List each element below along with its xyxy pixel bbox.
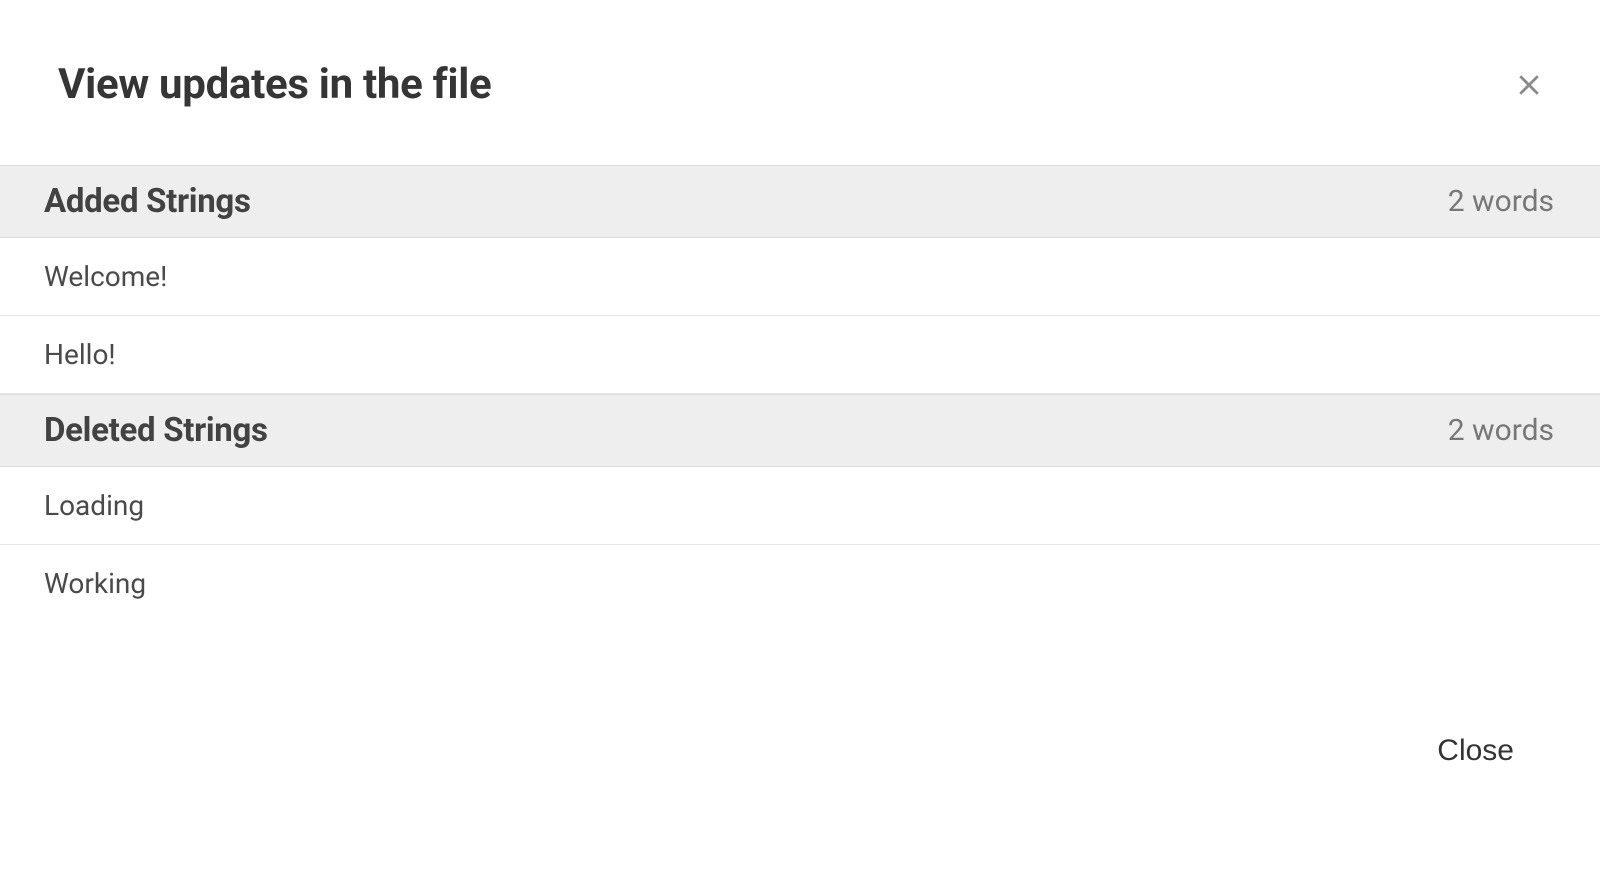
section-title-deleted: Deleted Strings: [44, 411, 268, 450]
string-item: Hello!: [0, 316, 1600, 394]
modal-footer: Close: [0, 698, 1600, 874]
spacer: [0, 622, 1600, 698]
section-body-deleted: Loading Working: [0, 467, 1600, 622]
section-header-added: Added Strings 2 words: [0, 165, 1600, 238]
modal-view-updates: View updates in the file Added Strings 2…: [0, 0, 1600, 874]
close-icon: [1514, 70, 1544, 100]
section-count-deleted: 2 words: [1448, 413, 1554, 448]
close-button[interactable]: Close: [1425, 728, 1526, 774]
section-body-added: Welcome! Hello!: [0, 238, 1600, 394]
string-item: Welcome!: [0, 238, 1600, 316]
section-title-added: Added Strings: [44, 182, 251, 221]
close-icon-button[interactable]: [1506, 62, 1552, 108]
string-item: Loading: [0, 467, 1600, 545]
section-header-deleted: Deleted Strings 2 words: [0, 394, 1600, 467]
modal-title: View updates in the file: [58, 60, 491, 109]
section-count-added: 2 words: [1448, 184, 1554, 219]
string-item: Working: [0, 545, 1600, 622]
modal-header: View updates in the file: [0, 0, 1600, 165]
